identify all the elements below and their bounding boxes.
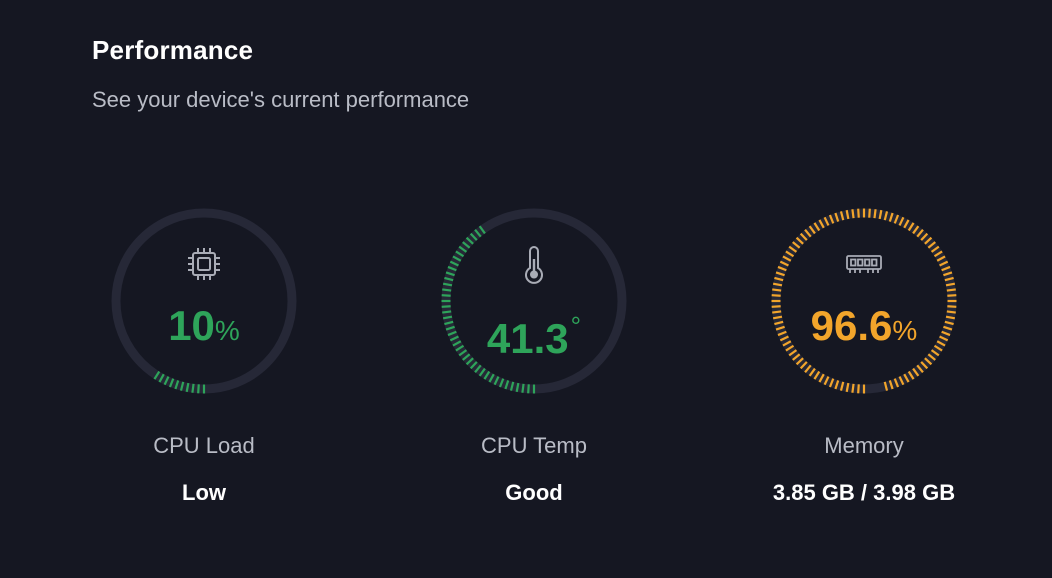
cpu-temp-value: 41.3° xyxy=(486,311,582,362)
page-subtitle: See your device's current performance xyxy=(92,87,470,112)
cpu-load-value: 10% xyxy=(168,302,240,349)
memory-value: 96.6% xyxy=(810,302,918,349)
memory-module-icon xyxy=(845,253,883,282)
performance-header: Performance See your device's current pe… xyxy=(92,30,469,114)
memory-gauge: 96.6% Memory 3.85 GB / 3.98 GB xyxy=(764,205,964,505)
cpu-chip-icon xyxy=(185,245,223,288)
cpu-temp-label: CPU Temp xyxy=(481,433,587,458)
cpu-temp-status: Good xyxy=(505,480,563,505)
memory-label: Memory xyxy=(824,433,904,458)
cpu-temp-gauge: 41.3° CPU Temp Good xyxy=(434,205,634,505)
memory-status: 3.85 GB / 3.98 GB xyxy=(772,480,956,505)
cpu-load-status: Low xyxy=(182,480,226,505)
page-title: Performance xyxy=(92,35,254,65)
cpu-load-gauge: 10% CPU Load Low xyxy=(104,205,304,505)
cpu-load-label: CPU Load xyxy=(153,433,255,458)
thermometer-icon xyxy=(521,245,547,290)
